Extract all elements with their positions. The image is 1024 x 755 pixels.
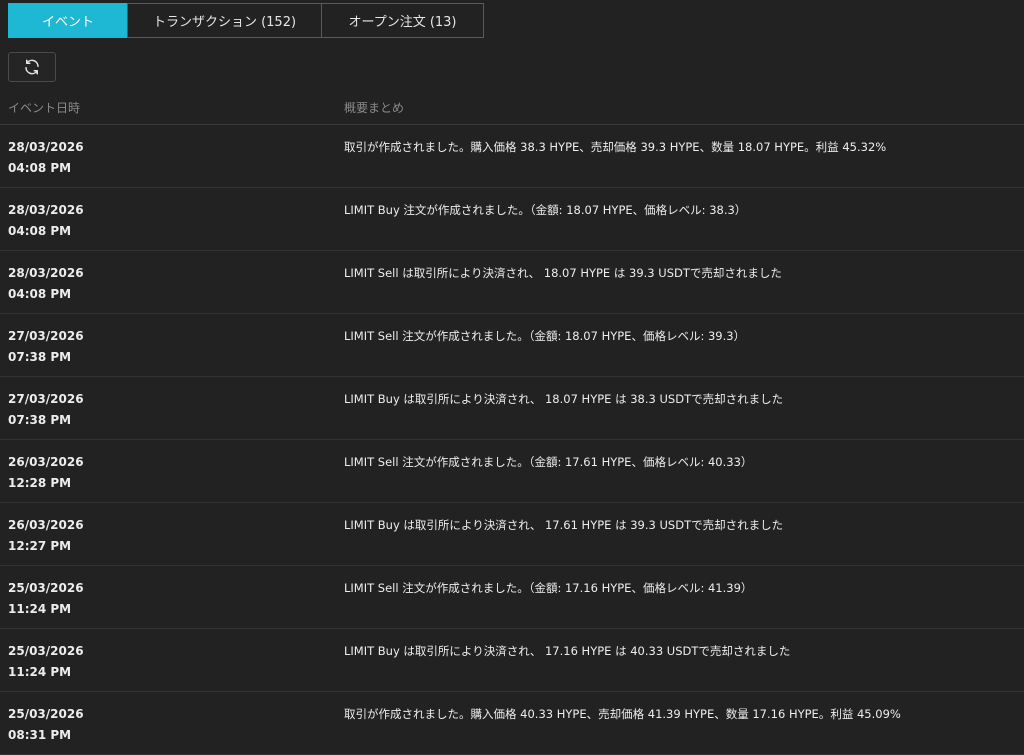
event-date: 26/03/2026 (8, 455, 84, 469)
event-date: 25/03/2026 (8, 644, 84, 658)
event-summary: LIMIT Sell 注文が作成されました。（金額: 17.61 HYPE、価格… (344, 455, 753, 469)
event-summary: LIMIT Buy は取引所により決済され、 17.16 HYPE は 40.3… (344, 644, 791, 658)
event-time: 07:38 PM (8, 413, 72, 427)
event-date: 25/03/2026 (8, 707, 84, 721)
table-row: 27/03/2026 07:38 PM LIMIT Sell 注文が作成されました。… (0, 314, 1024, 377)
event-time: 04:08 PM (8, 161, 72, 175)
event-date: 28/03/2026 (8, 140, 84, 154)
event-datetime: 25/03/2026 11:24 PM (8, 641, 84, 683)
event-time: 12:28 PM (8, 476, 72, 490)
event-summary: LIMIT Buy 注文が作成されました。（金額: 18.07 HYPE、価格レ… (344, 203, 747, 217)
table-row: 25/03/2026 11:24 PM LIMIT Buy は取引所により決済され、… (0, 629, 1024, 692)
event-time: 04:08 PM (8, 224, 72, 238)
event-date: 27/03/2026 (8, 329, 84, 343)
event-summary: LIMIT Sell 注文が作成されました。（金額: 17.16 HYPE、価格… (344, 581, 753, 595)
table-row: 26/03/2026 12:27 PM LIMIT Buy は取引所により決済され、… (0, 503, 1024, 566)
tab-open-orders[interactable]: オープン注文 (13) (321, 3, 484, 38)
column-header-summary: 概要まとめ (344, 101, 405, 115)
event-time: 11:24 PM (8, 602, 72, 616)
event-date: 28/03/2026 (8, 203, 84, 217)
table-row: 26/03/2026 12:28 PM LIMIT Sell 注文が作成されました。… (0, 440, 1024, 503)
event-time: 08:31 PM (8, 728, 72, 742)
refresh-button[interactable] (8, 52, 56, 82)
events-table: イベント日時 概要まとめ 28/03/2026 04:08 PM 取引が作成されまし… (0, 90, 1024, 755)
event-time: 04:08 PM (8, 287, 72, 301)
column-header-date: イベント日時 (8, 101, 81, 115)
event-summary: 取引が作成されました。購入価格 38.3 HYPE、売却価格 39.3 HYPE… (344, 140, 887, 154)
event-time: 12:27 PM (8, 539, 72, 553)
table-row: 27/03/2026 07:38 PM LIMIT Buy は取引所により決済され、… (0, 377, 1024, 440)
refresh-icon (23, 58, 41, 76)
event-summary: LIMIT Sell は取引所により決済され、 18.07 HYPE は 39.… (344, 266, 782, 280)
tab-bar: イベント トランザクション (152) オープン注文 (13) (8, 3, 484, 38)
table-row: 28/03/2026 04:08 PM LIMIT Buy 注文が作成されました。（… (0, 188, 1024, 251)
event-date: 27/03/2026 (8, 392, 84, 406)
event-datetime: 28/03/2026 04:08 PM (8, 200, 84, 242)
event-datetime: 26/03/2026 12:28 PM (8, 452, 84, 494)
table-row: 28/03/2026 04:08 PM LIMIT Sell は取引所により決済され… (0, 251, 1024, 314)
tab-events[interactable]: イベント (8, 3, 128, 38)
table-row: 25/03/2026 08:31 PM 取引が作成されました。購入価格 40.33 … (0, 692, 1024, 755)
table-header: イベント日時 概要まとめ (0, 90, 1024, 125)
table-body: 28/03/2026 04:08 PM 取引が作成されました。購入価格 38.3 H… (0, 125, 1024, 755)
event-time: 11:24 PM (8, 665, 72, 679)
table-row: 25/03/2026 11:24 PM LIMIT Sell 注文が作成されました。… (0, 566, 1024, 629)
event-date: 28/03/2026 (8, 266, 84, 280)
event-date: 25/03/2026 (8, 581, 84, 595)
event-summary: 取引が作成されました。購入価格 40.33 HYPE、売却価格 41.39 HY… (344, 707, 901, 721)
event-date: 26/03/2026 (8, 518, 84, 532)
event-datetime: 27/03/2026 07:38 PM (8, 326, 84, 368)
event-time: 07:38 PM (8, 350, 72, 364)
event-datetime: 27/03/2026 07:38 PM (8, 389, 84, 431)
event-datetime: 25/03/2026 08:31 PM (8, 704, 84, 746)
event-datetime: 25/03/2026 11:24 PM (8, 578, 84, 620)
event-datetime: 26/03/2026 12:27 PM (8, 515, 84, 557)
table-row: 28/03/2026 04:08 PM 取引が作成されました。購入価格 38.3 H… (0, 125, 1024, 188)
event-summary: LIMIT Buy は取引所により決済され、 18.07 HYPE は 38.3… (344, 392, 784, 406)
event-datetime: 28/03/2026 04:08 PM (8, 137, 84, 179)
tab-transactions[interactable]: トランザクション (152) (127, 3, 322, 38)
event-summary: LIMIT Buy は取引所により決済され、 17.61 HYPE は 39.3… (344, 518, 784, 532)
event-datetime: 28/03/2026 04:08 PM (8, 263, 84, 305)
event-summary: LIMIT Sell 注文が作成されました。（金額: 18.07 HYPE、価格… (344, 329, 746, 343)
